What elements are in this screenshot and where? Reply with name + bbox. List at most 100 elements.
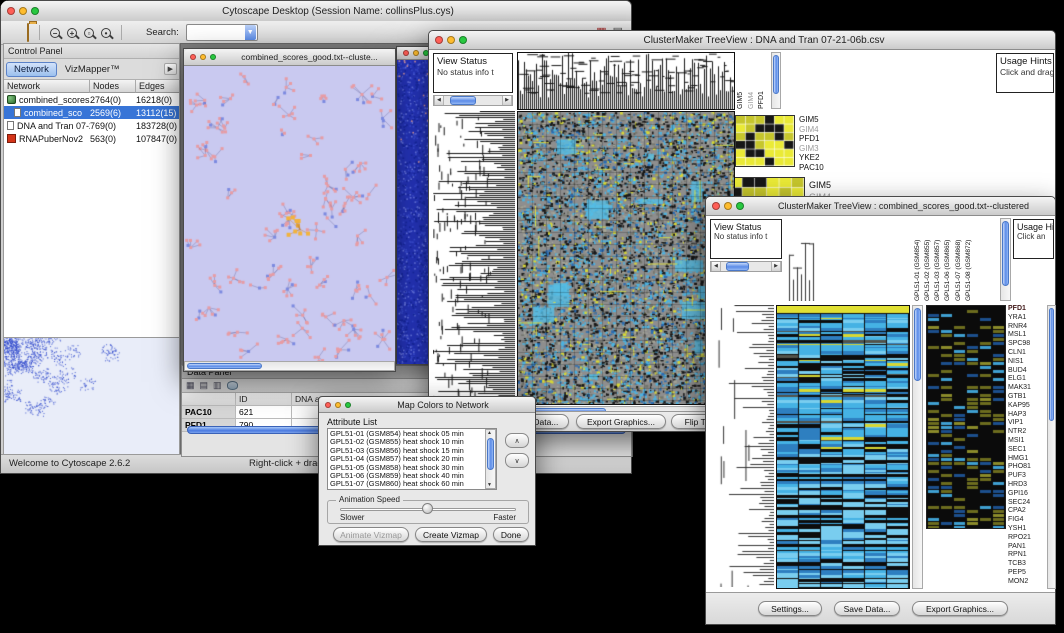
gene-label[interactable]: PEP5 [1008,569,1046,578]
scrollbar-thumb[interactable] [1002,221,1009,286]
attribute-delete-icon[interactable]: ▥ [213,381,222,390]
maximize-button[interactable] [210,54,216,60]
gene-label[interactable]: HAP3 [1008,411,1046,420]
treeview-dna-titlebar[interactable]: ClusterMaker TreeView : DNA and Tran 07-… [429,31,1055,50]
scrollbar-thumb[interactable] [187,363,262,369]
network-list-row[interactable]: combined_scores 2764(0) 16218(0) [4,93,179,106]
column-label[interactable]: GPL51-06 (GSM865) [944,218,951,301]
vertical-scrollbar[interactable] [912,305,923,589]
open-folder-icon[interactable] [27,24,29,42]
gene-label[interactable]: SPC98 [1008,340,1046,349]
gene-label[interactable]: MON2 [1008,578,1046,587]
scrollbar-thumb[interactable] [487,438,494,470]
column-label[interactable]: GIM4 [748,52,756,109]
gene-label[interactable]: PAC10 [799,163,835,173]
gene-label[interactable]: PUF3 [1008,472,1046,481]
mini-scrollbar[interactable]: ◀ ▶ [433,95,513,106]
gene-label[interactable]: SEC24 [1008,499,1046,508]
column-dendrogram-canvas[interactable] [518,53,734,109]
scrollbar-thumb[interactable] [773,55,779,94]
scrollbar-thumb[interactable] [1049,308,1054,421]
gene-label[interactable]: BUD4 [1008,367,1046,376]
gene-label[interactable]: HMG1 [1008,455,1046,464]
vertical-scrollbar[interactable] [771,52,781,109]
gene-label[interactable]: GPI16 [1008,490,1046,499]
gene-label[interactable]: NTR2 [1008,428,1046,437]
search-combobox[interactable]: ▼ [186,24,258,41]
zoom-selected-icon[interactable]: • [101,28,111,38]
column-dendrogram-canvas[interactable] [786,218,912,301]
attribute-create-icon[interactable]: ▤ [200,381,209,390]
attribute-select-icon[interactable]: ▦ [186,381,195,390]
maximize-button[interactable] [736,202,744,210]
column-label[interactable]: GPL51-02 (GSM855) [924,218,931,301]
treeview-combined-titlebar[interactable]: ClusterMaker TreeView : combined_scores_… [706,197,1055,216]
export-graphics-button[interactable]: Export Graphics... [576,414,666,429]
minimize-button[interactable] [447,36,455,44]
tab-vizmapper[interactable]: VizMapper™ [59,62,126,77]
column-header-network[interactable]: Network [4,80,90,93]
gene-label[interactable]: GIM3 [799,144,835,154]
gene-label[interactable]: RPN1 [1008,551,1046,560]
column-label[interactable]: GPL51-01 (GSM854) [914,218,921,301]
gene-label[interactable]: GIM4 [799,125,835,135]
column-header-edges[interactable]: Edges [136,80,179,93]
scroll-left-icon[interactable]: ◀ [711,262,721,271]
heatmap-canvas[interactable] [777,306,909,588]
create-vizmap-button[interactable]: Create Vizmap [415,527,487,542]
network-canvas[interactable] [184,66,395,363]
gene-label[interactable]: ELG1 [1008,375,1046,384]
close-button[interactable] [712,202,720,210]
scrollbar-thumb[interactable] [914,308,921,381]
column-header-nodes[interactable]: Nodes [90,80,136,93]
gene-label[interactable]: RPO21 [1008,534,1046,543]
gene-label[interactable]: PFD1 [1008,305,1046,314]
horizontal-scrollbar[interactable] [184,361,395,371]
heatmap-canvas[interactable] [518,112,734,404]
column-label[interactable]: GPL51-08 (GSM872) [965,218,972,301]
zoom-heatmap-canvas[interactable] [927,306,1005,528]
row-dendrogram-canvas[interactable] [710,305,774,587]
close-button[interactable] [190,54,196,60]
vertical-scrollbar[interactable] [1000,218,1011,301]
scroll-down-icon[interactable]: ▼ [487,482,492,488]
gene-label[interactable]: MSI1 [1008,437,1046,446]
vertical-scrollbar[interactable] [1047,305,1056,589]
network-list-row-selected[interactable]: combined_sco 2569(6) 13112(15) [4,106,179,119]
export-graphics-button[interactable]: Export Graphics... [912,601,1008,616]
close-button[interactable] [325,402,331,408]
tab-overflow-button[interactable]: ▶ [164,63,177,75]
scrollbar-thumb[interactable] [450,96,476,105]
gene-label[interactable]: FIG4 [1008,516,1046,525]
gene-label[interactable]: CPA2 [1008,507,1046,516]
minimize-button[interactable] [413,50,419,56]
network-overview-thumbnail[interactable] [4,338,179,454]
minimize-button[interactable] [724,202,732,210]
network-window-titlebar[interactable]: combined_scores_good.txt--cluste... [184,49,395,66]
attribute-listbox[interactable]: GPL51-01 (GSM854) heat shock 05 minGPL51… [327,428,497,490]
gene-label[interactable]: GIM5 [809,179,849,191]
gene-label[interactable]: PAN1 [1008,543,1046,552]
attribute-item[interactable]: GPL51-07 (GSM860) heat shock 60 min [330,480,484,488]
close-button[interactable] [7,7,15,15]
move-down-button[interactable]: ∨ [505,453,529,468]
maximize-button[interactable] [31,7,39,15]
row-dendrogram-canvas[interactable] [433,111,515,403]
column-label[interactable]: GPL51-03 (GSM857) [934,218,941,301]
gene-label[interactable]: GIM5 [799,115,835,125]
column-label[interactable]: GPL51-07 (GSM868) [955,218,962,301]
scroll-right-icon[interactable]: ▶ [771,262,781,271]
table-cell[interactable]: 621 [236,406,292,419]
gene-label[interactable]: CLN1 [1008,349,1046,358]
animate-vizmap-button[interactable]: Animate Vizmap [333,527,409,542]
close-button[interactable] [403,50,409,56]
main-titlebar[interactable]: Cytoscape Desktop (Session Name: collins… [1,1,631,22]
network-list-row[interactable]: RNAPuberNov2 563(0) 107847(0) [4,132,179,145]
column-header-id[interactable]: ID [236,393,292,406]
gene-label[interactable]: NIS1 [1008,358,1046,367]
minimize-button[interactable] [19,7,27,15]
gene-label[interactable]: HRD3 [1008,481,1046,490]
maximize-button[interactable] [459,36,467,44]
column-label[interactable]: GIM5 [737,52,745,109]
dialog-titlebar[interactable]: Map Colors to Network [319,397,535,413]
